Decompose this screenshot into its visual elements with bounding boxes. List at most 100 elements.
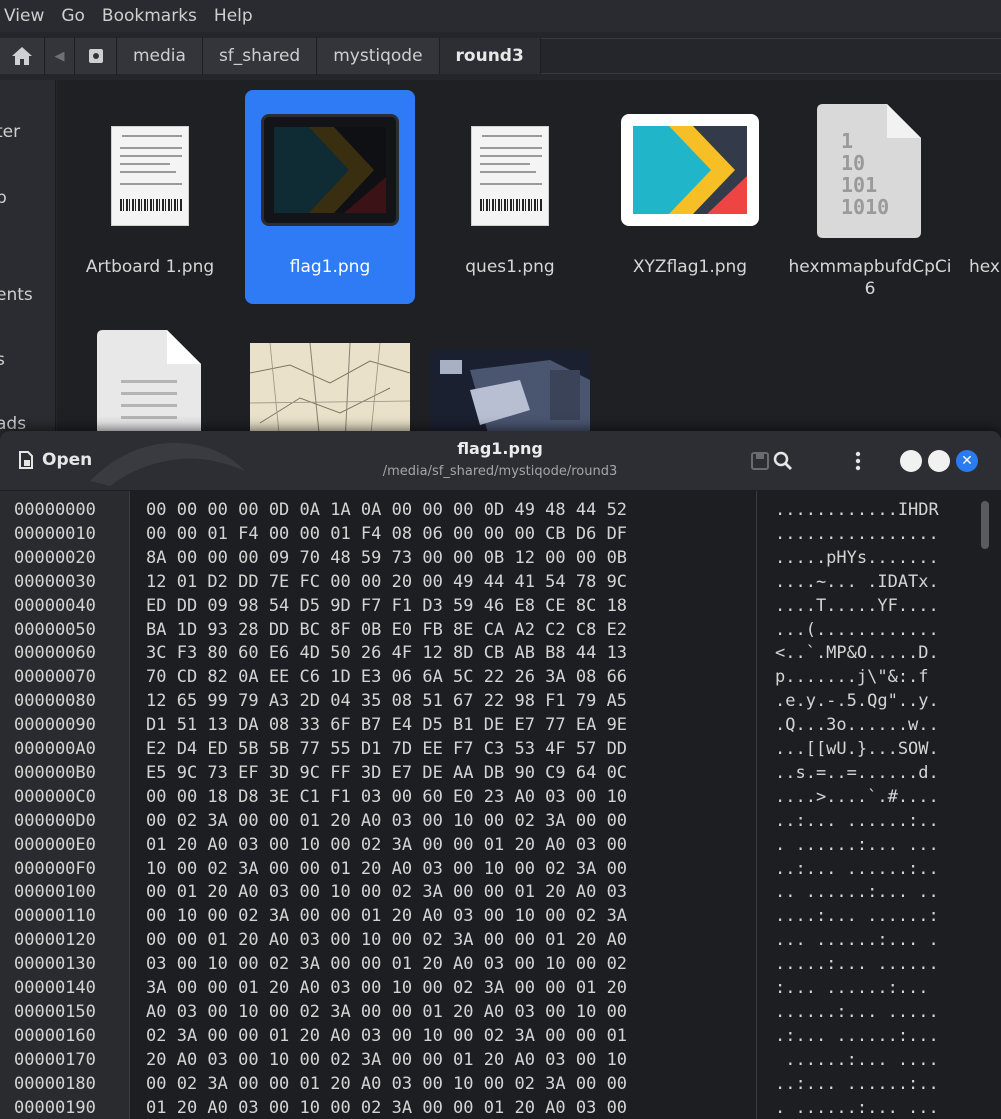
offset-cell: 00000130 — [14, 954, 96, 975]
ascii-row[interactable]: :... ......:... — [775, 977, 929, 1001]
hex-row[interactable]: 00 02 3A 00 00 01 20 A0 03 00 10 00 02 3… — [146, 1073, 627, 1097]
binary-line-3: 101 — [841, 173, 878, 197]
ascii-row[interactable]: .e.y.-.5.Qg"..y. — [775, 690, 939, 714]
ascii-row[interactable]: <..`.MP&O.....D. — [775, 642, 939, 666]
file-flag1[interactable]: flag1.png — [245, 90, 415, 304]
ascii-row[interactable]: .....:... ...... — [775, 953, 939, 977]
ascii-row[interactable]: .:... ......:... — [775, 1025, 939, 1049]
ascii-row[interactable]: ....~... .IDATx. — [775, 571, 939, 595]
hex-view[interactable]: 00000000 00000010 00000020 00000030 00000040… — [0, 491, 1001, 1119]
offset-cell: 00000160 — [14, 1025, 96, 1046]
hex-row[interactable]: D1 51 13 DA 08 33 6F B7 E4 D5 B1 DE E7 7… — [146, 714, 627, 738]
menu-go[interactable]: Go — [51, 6, 95, 26]
hex-row[interactable]: E5 9C 73 EF 3D 9C FF 3D E7 DE AA DB 90 C… — [146, 762, 627, 786]
hex-row[interactable]: 00 02 3A 00 00 01 20 A0 03 00 10 00 02 3… — [146, 810, 627, 834]
breadcrumb-mystiqode[interactable]: mystiqode — [317, 38, 440, 74]
text-file-icon[interactable] — [97, 330, 201, 440]
hex-row[interactable]: 00 00 00 00 0D 0A 1A 0A 00 00 00 0D 49 4… — [146, 499, 627, 523]
flag-thumbnail — [621, 114, 759, 226]
hex-row[interactable]: 12 01 D2 DD 7E FC 00 00 20 00 49 44 41 5… — [146, 571, 627, 595]
sidebar-item-3[interactable]: ents — [0, 285, 33, 305]
menu-view[interactable]: View — [0, 6, 54, 26]
hex-row[interactable]: 3C F3 80 60 E6 4D 50 26 4F 12 8D CB AB B… — [146, 642, 627, 666]
breadcrumb-media[interactable]: media — [117, 38, 203, 74]
offset-cell: 00000030 — [14, 571, 96, 592]
hex-row[interactable]: 00 00 01 F4 00 00 01 F4 08 06 00 00 00 C… — [146, 523, 627, 547]
ascii-row[interactable]: ... ......:... . — [775, 929, 939, 953]
close-icon: ✕ — [961, 453, 973, 469]
open-button[interactable]: Open — [10, 444, 100, 476]
menu-help[interactable]: Help — [204, 6, 263, 26]
offset-cell: 00000170 — [14, 1049, 96, 1070]
ascii-row[interactable]: ..:... ......:.. — [775, 1073, 939, 1097]
file-xyzflag1[interactable]: XYZflag1.png — [605, 90, 775, 304]
ascii-row[interactable]: . ......:... ... — [775, 834, 939, 858]
hex-row[interactable]: 01 20 A0 03 00 10 00 02 3A 00 00 01 20 A… — [146, 1097, 627, 1119]
offset-cell: 00000140 — [14, 978, 96, 998]
search-icon — [773, 451, 792, 470]
ascii-column[interactable]: ............IHDR................ .....pHY… — [758, 491, 988, 1119]
file-hexmmapbuf[interactable]: 1 10 101 1010 hexmmapbufdCpCi 6 — [785, 90, 955, 304]
menu-button[interactable] — [846, 449, 870, 473]
ascii-row[interactable]: ....T.....YF.... — [775, 595, 939, 619]
scrollbar-thumb[interactable] — [981, 501, 989, 549]
ascii-row[interactable]: .Q...3o......w.. — [775, 714, 939, 738]
hex-row[interactable]: 70 CD 82 0A EE C6 1D E3 06 6A 5C 22 26 3… — [146, 666, 627, 690]
ascii-row[interactable]: . ......:... ... — [775, 1097, 939, 1119]
hex-row[interactable]: 00 00 18 D8 3E C1 F1 03 00 60 E0 23 A0 0… — [146, 786, 627, 810]
hex-row[interactable]: 00 01 20 A0 03 00 10 00 02 3A 00 00 01 2… — [146, 881, 627, 905]
hex-row[interactable]: 00 00 01 20 A0 03 00 10 00 02 3A 00 00 0… — [146, 929, 627, 953]
hex-row[interactable]: E2 D4 ED 5B 5B 77 55 D1 7D EE F7 C3 53 4… — [146, 738, 627, 762]
ascii-row[interactable]: ................ — [775, 523, 939, 547]
ascii-row[interactable]: ..:... ......:.. — [775, 810, 939, 834]
file-grid: Artboard 1.png flag1.png ques1.png XYZfl… — [57, 80, 1001, 440]
drive-button[interactable] — [75, 38, 117, 74]
hex-row[interactable]: 10 00 02 3A 00 00 01 20 A0 03 00 10 00 0… — [146, 858, 627, 882]
home-button[interactable] — [0, 38, 45, 74]
ascii-row[interactable]: ............IHDR — [775, 499, 939, 523]
close-button[interactable]: ✕ — [956, 450, 978, 472]
ascii-row[interactable]: ...[[wU.}...SOW. — [775, 738, 939, 762]
hex-row[interactable]: 00 10 00 02 3A 00 00 01 20 A0 03 00 10 0… — [146, 905, 627, 929]
ascii-row[interactable]: ..:... ......:.. — [775, 858, 939, 882]
ascii-row[interactable]: .....pHYs....... — [775, 547, 939, 571]
minimize-button[interactable] — [900, 450, 922, 472]
file-ques1[interactable]: ques1.png — [425, 90, 595, 304]
ascii-row[interactable]: ..s.=..=......d. — [775, 762, 939, 786]
hex-row[interactable]: 12 65 99 79 A3 2D 04 35 08 51 67 22 98 F… — [146, 690, 627, 714]
hex-column[interactable]: 00 00 00 00 0D 0A 1A 0A 00 00 00 0D 49 4… — [131, 491, 757, 1119]
ascii-row[interactable]: ......:... .... — [775, 1049, 939, 1073]
ascii-row[interactable]: .. ......:... .. — [775, 881, 939, 905]
photo-thumbnail[interactable] — [430, 350, 590, 440]
save-button[interactable] — [748, 449, 772, 473]
ascii-row[interactable]: ...(............ — [775, 619, 939, 643]
hex-row[interactable]: 02 3A 00 00 01 20 A0 03 00 10 00 02 3A 0… — [146, 1025, 627, 1049]
breadcrumb-round3[interactable]: round3 — [439, 38, 541, 74]
maximize-button[interactable] — [928, 450, 950, 472]
hex-row[interactable]: 01 20 A0 03 00 10 00 02 3A 00 00 01 20 A… — [146, 834, 627, 858]
offset-cell: 00000040 — [14, 595, 96, 616]
sidebar-item-1[interactable]: ter — [0, 122, 20, 142]
file-hex-partial[interactable]: hexi — [965, 90, 1001, 304]
offset-cell: 00000060 — [14, 643, 96, 664]
file-label: hexi — [969, 257, 1001, 277]
ascii-row[interactable]: ....>....`.#.... — [775, 786, 939, 810]
menu-bookmarks[interactable]: Bookmarks — [92, 6, 207, 26]
ascii-row[interactable]: p.......j\"&:.f — [775, 666, 929, 690]
sidebar-item-2[interactable]: p — [0, 188, 7, 208]
path-back-button[interactable]: ◀ — [45, 38, 75, 74]
hex-row[interactable]: 03 00 10 00 02 3A 00 00 01 20 A0 03 00 1… — [146, 953, 627, 977]
ascii-row[interactable]: ....:... ......: — [775, 905, 939, 929]
ascii-row[interactable]: ......:... ..... — [775, 1001, 939, 1025]
search-button[interactable] — [770, 449, 796, 473]
hex-row[interactable]: ED DD 09 98 54 D5 9D F7 F1 D3 59 46 E8 C… — [146, 595, 627, 619]
breadcrumb-sf-shared[interactable]: sf_shared — [202, 38, 318, 74]
hex-row[interactable]: 8A 00 00 00 09 70 48 59 73 00 00 0B 12 0… — [146, 547, 627, 571]
map-thumbnail[interactable] — [249, 342, 411, 440]
file-artboard1[interactable]: Artboard 1.png — [65, 90, 235, 304]
hex-row[interactable]: A0 03 00 10 00 02 3A 00 00 01 20 A0 03 0… — [146, 1001, 627, 1025]
hex-row[interactable]: BA 1D 93 28 DD BC 8F 0B E0 FB 8E CA A2 C… — [146, 619, 627, 643]
sidebar-item-4[interactable]: s — [0, 350, 5, 370]
hex-row[interactable]: 3A 00 00 01 20 A0 03 00 10 00 02 3A 00 0… — [146, 977, 627, 1001]
hex-row[interactable]: 20 A0 03 00 10 00 02 3A 00 00 01 20 A0 0… — [146, 1049, 627, 1073]
